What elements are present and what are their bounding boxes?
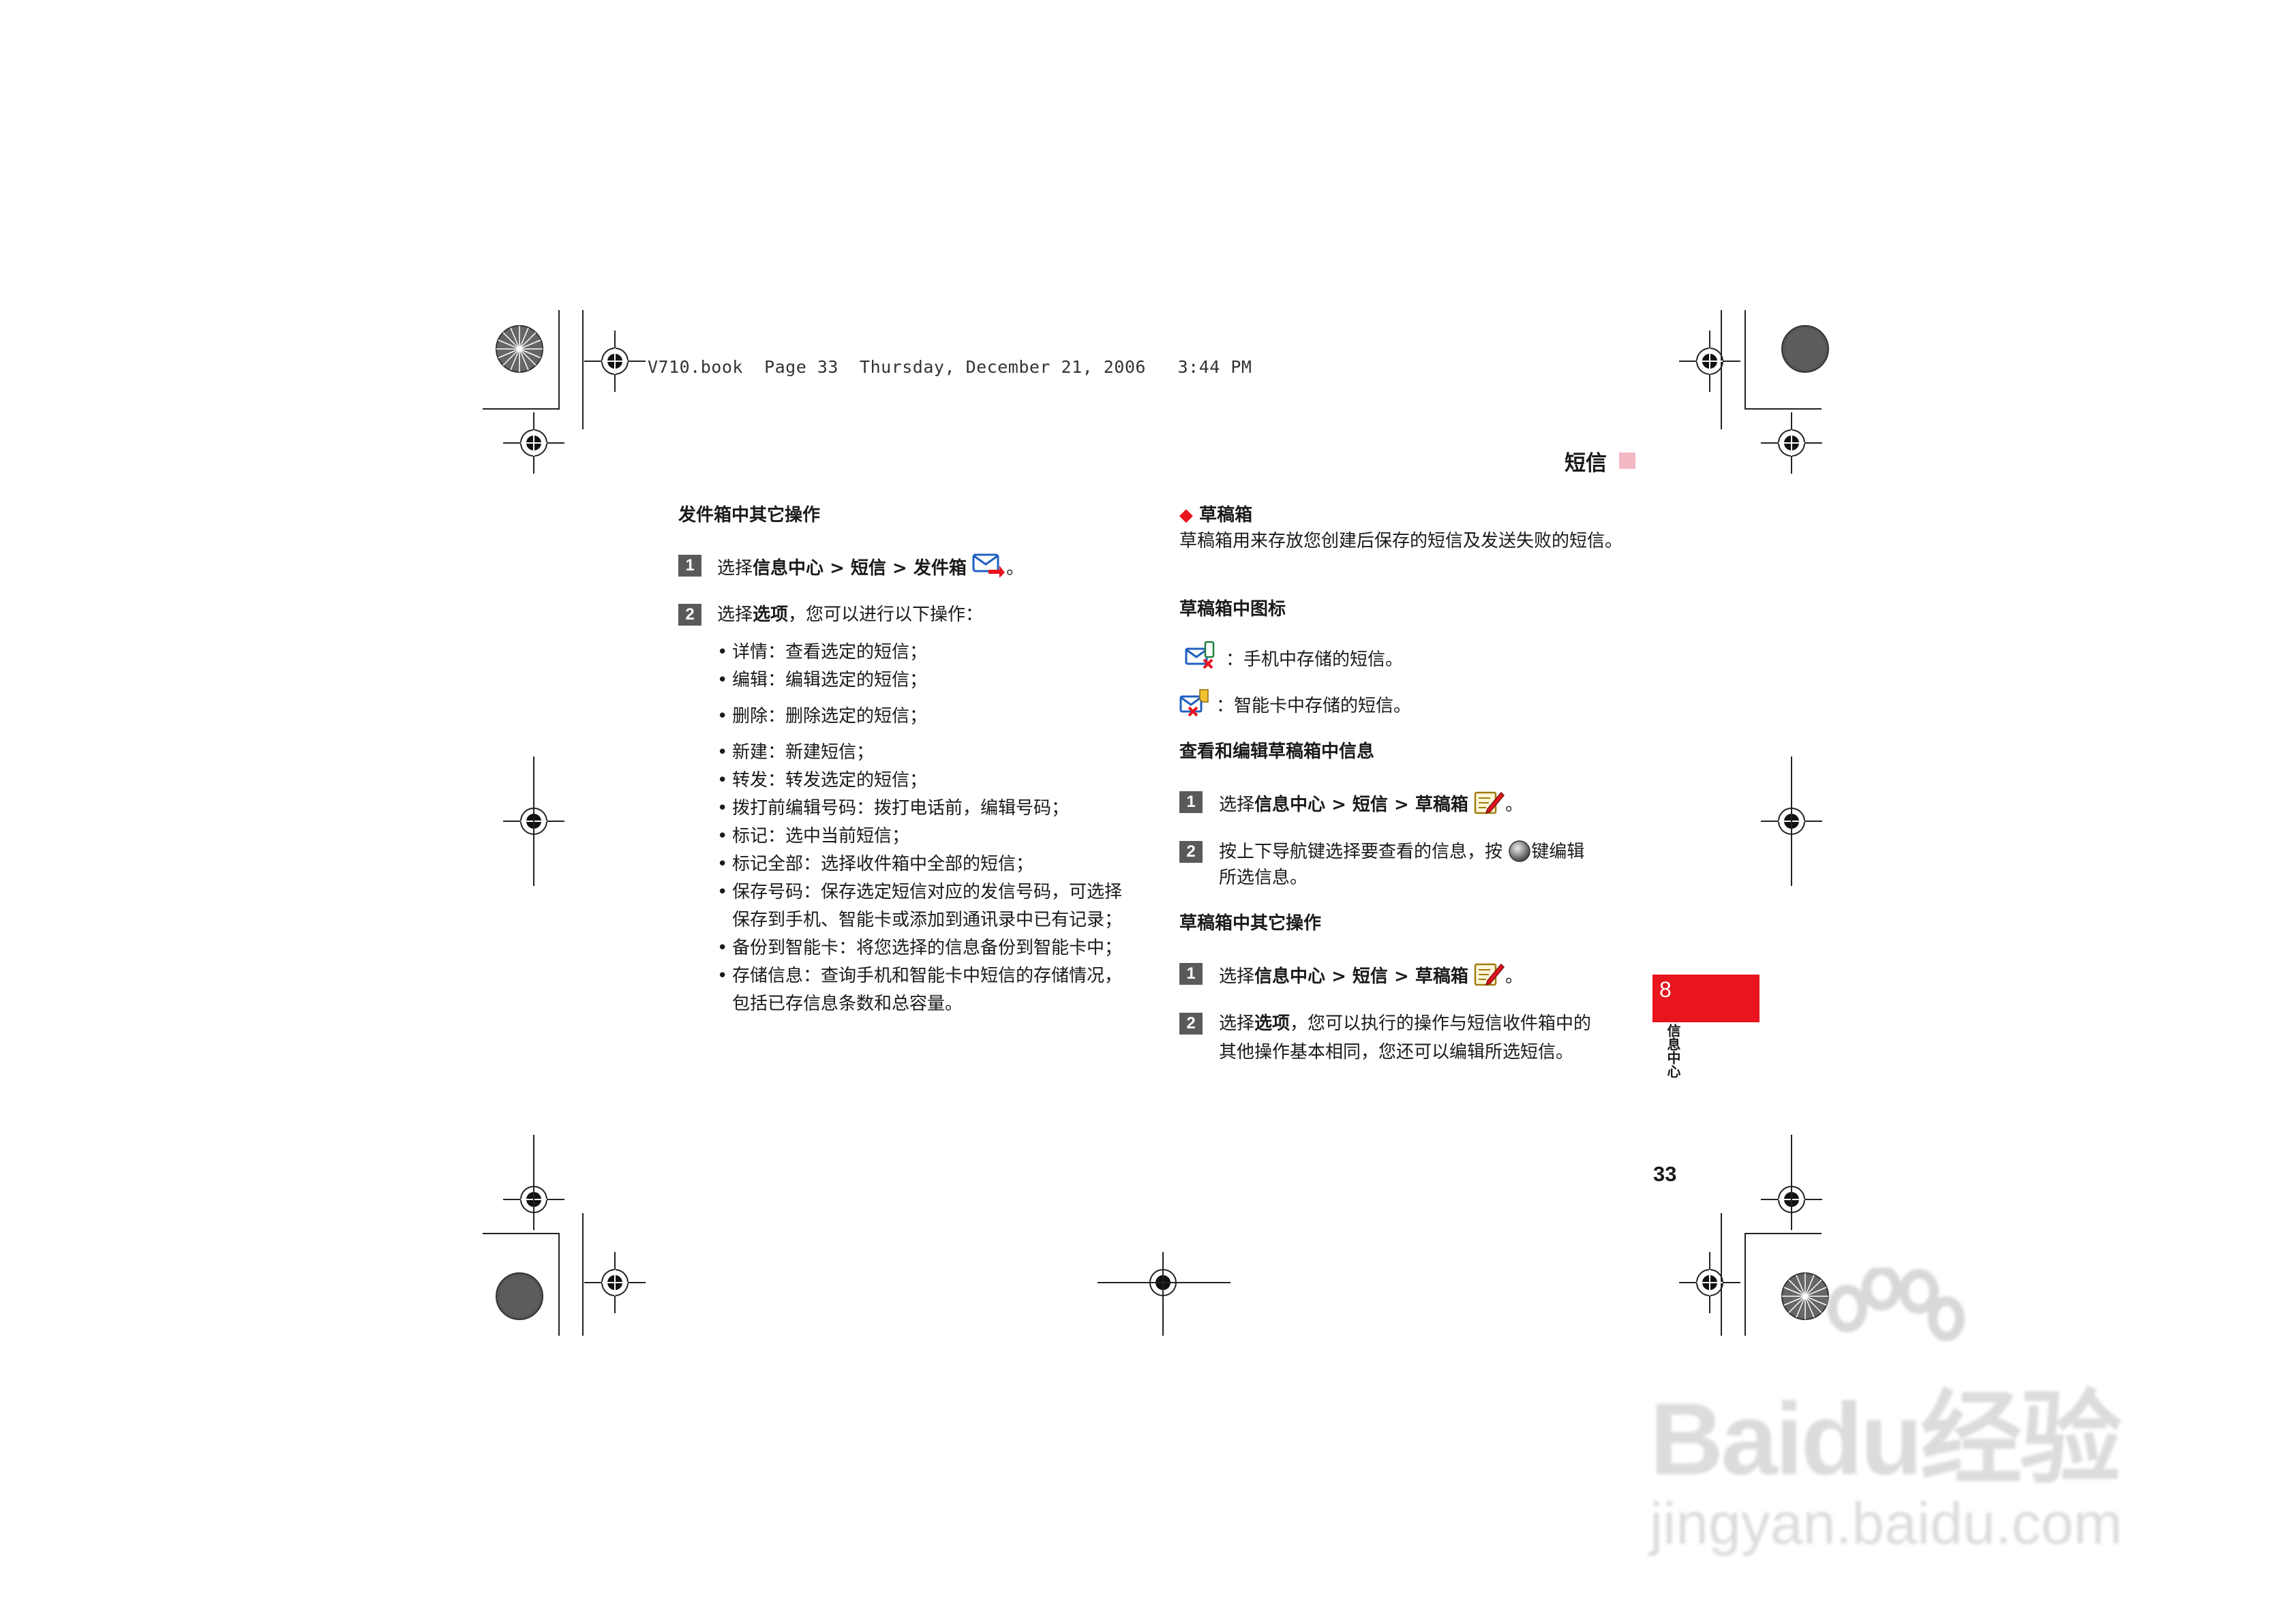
step-text: 选择信息中心 > 短信 > 草稿箱 。: [1219, 960, 1523, 996]
operation-list: 详情：查看选定的短信； 编辑：编辑选定的短信； 删除：删除选定的短信； 新建：新…: [717, 639, 1126, 1018]
step-number: 2: [1179, 841, 1203, 863]
step-text-continued: 其他操作基本相同，您还可以编辑所选短信。: [1219, 1042, 1574, 1062]
registration-mark: [1678, 330, 1741, 393]
print-header: V710.book Page 33 Thursday, December 21,…: [648, 357, 1252, 377]
view-edit-drafts-heading: 查看和编辑草稿箱中信息: [1179, 741, 1375, 762]
phone-draft-icon: [1185, 641, 1219, 673]
step-text-continued: 所选信息。: [1219, 868, 1308, 888]
list-item: 备份到智能卡：将您选择的信息备份到智能卡中；: [717, 934, 1126, 962]
dark-disc-mark: [1781, 325, 1829, 373]
list-item: 标记：选中当前短信；: [717, 823, 1126, 851]
card-draft-icon: [1179, 688, 1213, 721]
list-item: 拨打前编辑号码：拨打电话前，编辑号码；: [717, 795, 1126, 823]
step-number: 2: [678, 604, 701, 626]
list-item: 存储信息：查询手机和智能卡中短信的存储情况，包括已存信息条数和总容量。: [717, 962, 1126, 1018]
watermark-url: jingyan.baidu.com: [1650, 1491, 2123, 1557]
list-item: 转发：转发选定的短信；: [717, 767, 1126, 795]
drafts-icon: [1474, 789, 1505, 824]
drafts-icons-heading: 草稿箱中图标: [1179, 599, 1286, 619]
dark-disc-mark: [496, 1272, 543, 1320]
chapter-number: 8: [1659, 977, 1672, 1002]
step-text: 选择选项，您可以进行以下操作：: [717, 605, 984, 625]
center-key-icon: [1508, 840, 1531, 871]
list-item: 详情：查看选定的短信；: [717, 639, 1126, 667]
step-text: 选择信息中心 > 短信 > 草稿箱 。: [1219, 789, 1523, 824]
chapter-label: 信息中心: [1665, 1024, 1681, 1078]
drafts-other-operations-heading: 草稿箱中其它操作: [1179, 913, 1322, 934]
step-text: 选择信息中心 > 短信 > 发件箱 。: [717, 552, 1024, 587]
registration-mark: [1760, 412, 1823, 474]
list-item: 编辑：编辑选定的短信；: [717, 667, 1126, 694]
drafts-icon: [1474, 960, 1505, 996]
registration-mark: [584, 1251, 646, 1314]
phone-draft-icon-description: ：手机中存储的短信。: [1226, 649, 1404, 670]
list-item: 删除：删除选定的短信；: [717, 703, 1126, 731]
starburst-mark: [496, 325, 543, 373]
list-item: 标记全部：选择收件箱中全部的短信；: [717, 851, 1126, 878]
step-number: 1: [678, 555, 701, 577]
watermark-brand: Baidu经验: [1650, 1381, 2122, 1496]
list-item: 新建：新建短信；: [717, 739, 1126, 767]
registration-mark: [502, 412, 565, 474]
drafts-title: ◆ 草稿箱: [1179, 505, 1253, 525]
list-item: 保存号码：保存选定短信对应的发信号码，可选择保存到手机、智能卡或添加到通讯录中已…: [717, 878, 1126, 934]
registration-mark: [584, 330, 646, 393]
step-text: 选择选项，您可以执行的操作与短信收件箱中的: [1219, 1013, 1592, 1034]
drafts-description: 草稿箱用来存放您创建后保存的短信及发送失败的短信。: [1179, 531, 1623, 551]
step-number: 1: [1179, 791, 1203, 813]
section-title: 短信: [1565, 451, 1607, 476]
outbox-icon: [972, 552, 1006, 587]
step-number: 2: [1179, 1013, 1203, 1035]
title-square-marker: [1619, 453, 1635, 469]
baidu-watermark: Baidu经验 jingyan.baidu.com: [1650, 1266, 2123, 1558]
diamond-icon: ◆: [1179, 505, 1193, 525]
step-number: 1: [1179, 963, 1203, 985]
card-draft-icon-description: ：智能卡中存储的短信。: [1216, 696, 1412, 716]
page-number: 33: [1653, 1162, 1677, 1186]
outbox-other-operations-heading: 发件箱中其它操作: [678, 505, 821, 525]
